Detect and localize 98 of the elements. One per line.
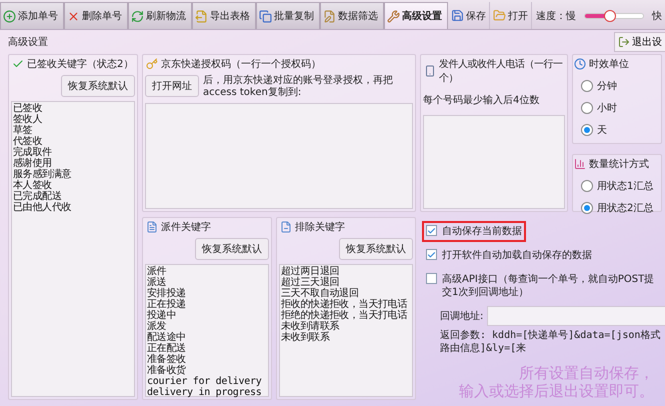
- speed-label: 速度：慢: [536, 10, 576, 22]
- keyword-line: 三天不取自动退回: [281, 288, 360, 299]
- keyword-line: 超过三天退回: [281, 277, 340, 288]
- keyword-textarea[interactable]: 超过两日退回 超过三天退回 三天不取自动退回 拒收的快递拒收，当天打电话 拒绝的快递拒收，当天打电话 未收到请联系 未收到联系: [279, 264, 413, 397]
- group-title: 京东快递授权码（一行一个授权码）: [161, 58, 321, 71]
- exit-button[interactable]: 退出设: [614, 32, 665, 52]
- toolbar-tab[interactable]: 添加单号: [0, 2, 64, 29]
- group-title: 排除关键字: [295, 220, 345, 234]
- tab-icon: [259, 10, 272, 22]
- checkbox-label: 打开软件自动加载自动保存的数据: [442, 249, 592, 262]
- hint-text: 每个号码最少输入后4位数: [423, 94, 540, 108]
- group-title: 时效单位: [589, 58, 629, 71]
- notice-text: 输入或选择后退出设置即可。: [459, 382, 654, 400]
- toolbar-tab[interactable]: 导出表格: [192, 2, 256, 29]
- speed-max-label: 快: [652, 10, 662, 22]
- save-icon: [451, 9, 464, 22]
- radio-button[interactable]: [581, 202, 593, 214]
- keyword-line: courier for delivery: [147, 376, 262, 387]
- callback-url-field[interactable]: [487, 306, 665, 326]
- checkbox-label: 自动保存当前数据: [442, 225, 522, 238]
- keyword-line: 签收人: [13, 114, 44, 125]
- open-url-button[interactable]: 打开网址: [145, 75, 199, 97]
- checkbox-label: 高级API接口（每查询一个单号，就自动POST提交1次到回调地址）: [442, 273, 656, 299]
- document-icon: [280, 221, 292, 233]
- group-title: 数量统计方式: [589, 158, 649, 171]
- keyword-line: 拒收的快递拒收，当天打电话: [281, 299, 408, 310]
- toolbar-tab[interactable]: 批量复制: [256, 2, 320, 29]
- reset-default-button[interactable]: 恢复系统默认: [339, 238, 413, 260]
- toolbar-button[interactable]: 保存: [448, 2, 490, 29]
- clock-icon: [574, 58, 586, 70]
- checkbox[interactable]: [426, 225, 437, 236]
- keyword-line: 本人签收: [13, 180, 53, 191]
- tab-icon: [323, 10, 336, 22]
- keyword-line: 投递中: [147, 310, 178, 321]
- tab-icon: [195, 10, 208, 22]
- radio-label: 用状态1汇总: [597, 180, 654, 193]
- keyword-line: 完成取件: [13, 147, 53, 158]
- keyword-line: 正在投递: [147, 299, 187, 310]
- folder-icon: [493, 9, 506, 22]
- radio-button[interactable]: [581, 102, 593, 114]
- keyword-line: 派件: [147, 266, 168, 277]
- keyword-line: 草签: [13, 125, 34, 136]
- radio-label: 天: [597, 124, 607, 137]
- group-title: 已签收关键字（状态2）: [27, 58, 134, 71]
- keyword-line: 感谢使用: [13, 158, 52, 169]
- keyword-line: 超过两日退回: [281, 266, 340, 277]
- reset-default-button[interactable]: 恢复系统默认: [195, 238, 269, 260]
- group-title: 发件人或收件人电话（一行一个）: [439, 58, 564, 85]
- keyword-line: 派发: [147, 321, 168, 332]
- toolbar-tab[interactable]: 删除单号: [64, 2, 128, 29]
- speed-slider-track[interactable]: [584, 12, 644, 18]
- return-params-text: 返回参数: kddh=[快递单号]&data=[json格式路由信息]&ly=[来: [439, 329, 662, 355]
- toolbar-tab[interactable]: 数据筛选: [320, 2, 384, 29]
- key-icon: [146, 58, 158, 70]
- exit-icon: [618, 36, 630, 48]
- tab-icon: [387, 10, 400, 22]
- callback-label: 回调地址:: [440, 310, 484, 323]
- document-icon: [146, 221, 158, 233]
- keyword-textarea[interactable]: 派件 派送 安排投递 正在投递 投递中 派发 配送途中 正在配送 准备签收 准备收货 courier for delivery delivery in progress: [145, 264, 269, 397]
- keyword-line: 派送: [147, 277, 166, 288]
- keyword-line: 已完成配送: [13, 191, 63, 202]
- keyword-line: 配送途中: [147, 332, 187, 343]
- keyword-line: 已由他人代收: [13, 202, 72, 213]
- keyword-line: 服务感到满意: [13, 169, 72, 180]
- keyword-line: 正在配送: [147, 343, 187, 354]
- notice-text: 所有设置自动保存，: [519, 364, 654, 382]
- bar-chart-icon: [574, 158, 586, 170]
- keyword-line: 已签收: [13, 103, 44, 114]
- hint-text: 后，用京东快递对应的账号登录授权，再把access token复制到:: [203, 75, 394, 99]
- radio-label: 小时: [597, 102, 617, 115]
- keyword-line: delivery in progress: [147, 387, 262, 398]
- radio-button[interactable]: [581, 180, 593, 192]
- radio-button[interactable]: [581, 80, 593, 92]
- keyword-line: 未收到联系: [281, 332, 331, 343]
- checkbox[interactable]: [426, 249, 437, 260]
- radio-button[interactable]: [581, 124, 593, 136]
- check-icon: [12, 58, 24, 70]
- keyword-line: 安排投递: [147, 288, 187, 299]
- toolbar-tab[interactable]: 刷新物流: [128, 2, 192, 29]
- tab-icon: [67, 10, 80, 22]
- keyword-line: 代签收: [13, 136, 44, 147]
- tab-icon: [131, 10, 144, 22]
- checkbox[interactable]: [426, 273, 437, 284]
- keyword-line: 准备收货: [147, 365, 187, 376]
- radio-label: 分钟: [597, 80, 617, 93]
- toolbar-tab[interactable]: 高级设置: [384, 2, 448, 29]
- reset-default-button[interactable]: 恢复系统默认: [61, 75, 135, 97]
- group-title: 派件关键字: [161, 220, 211, 234]
- keyword-line: 准备签收: [147, 354, 187, 365]
- radio-label: 用状态2汇总: [597, 202, 654, 215]
- tab-icon: [3, 10, 16, 22]
- keyword-line: 拒绝的快递拒收，当天打电话: [281, 310, 408, 321]
- keyword-line: 未收到请联系: [281, 321, 340, 332]
- speed-slider-thumb[interactable]: [604, 10, 616, 22]
- page-title: 高级设置: [8, 36, 48, 49]
- keyword-textarea[interactable]: 已签收 签收人 草签 代签收 完成取件 感谢使用 服务感到满意 本人签收 已完成配送 已由他人代收: [11, 101, 135, 397]
- toolbar-button[interactable]: 打开: [490, 2, 532, 29]
- phone-icon: [424, 65, 436, 77]
